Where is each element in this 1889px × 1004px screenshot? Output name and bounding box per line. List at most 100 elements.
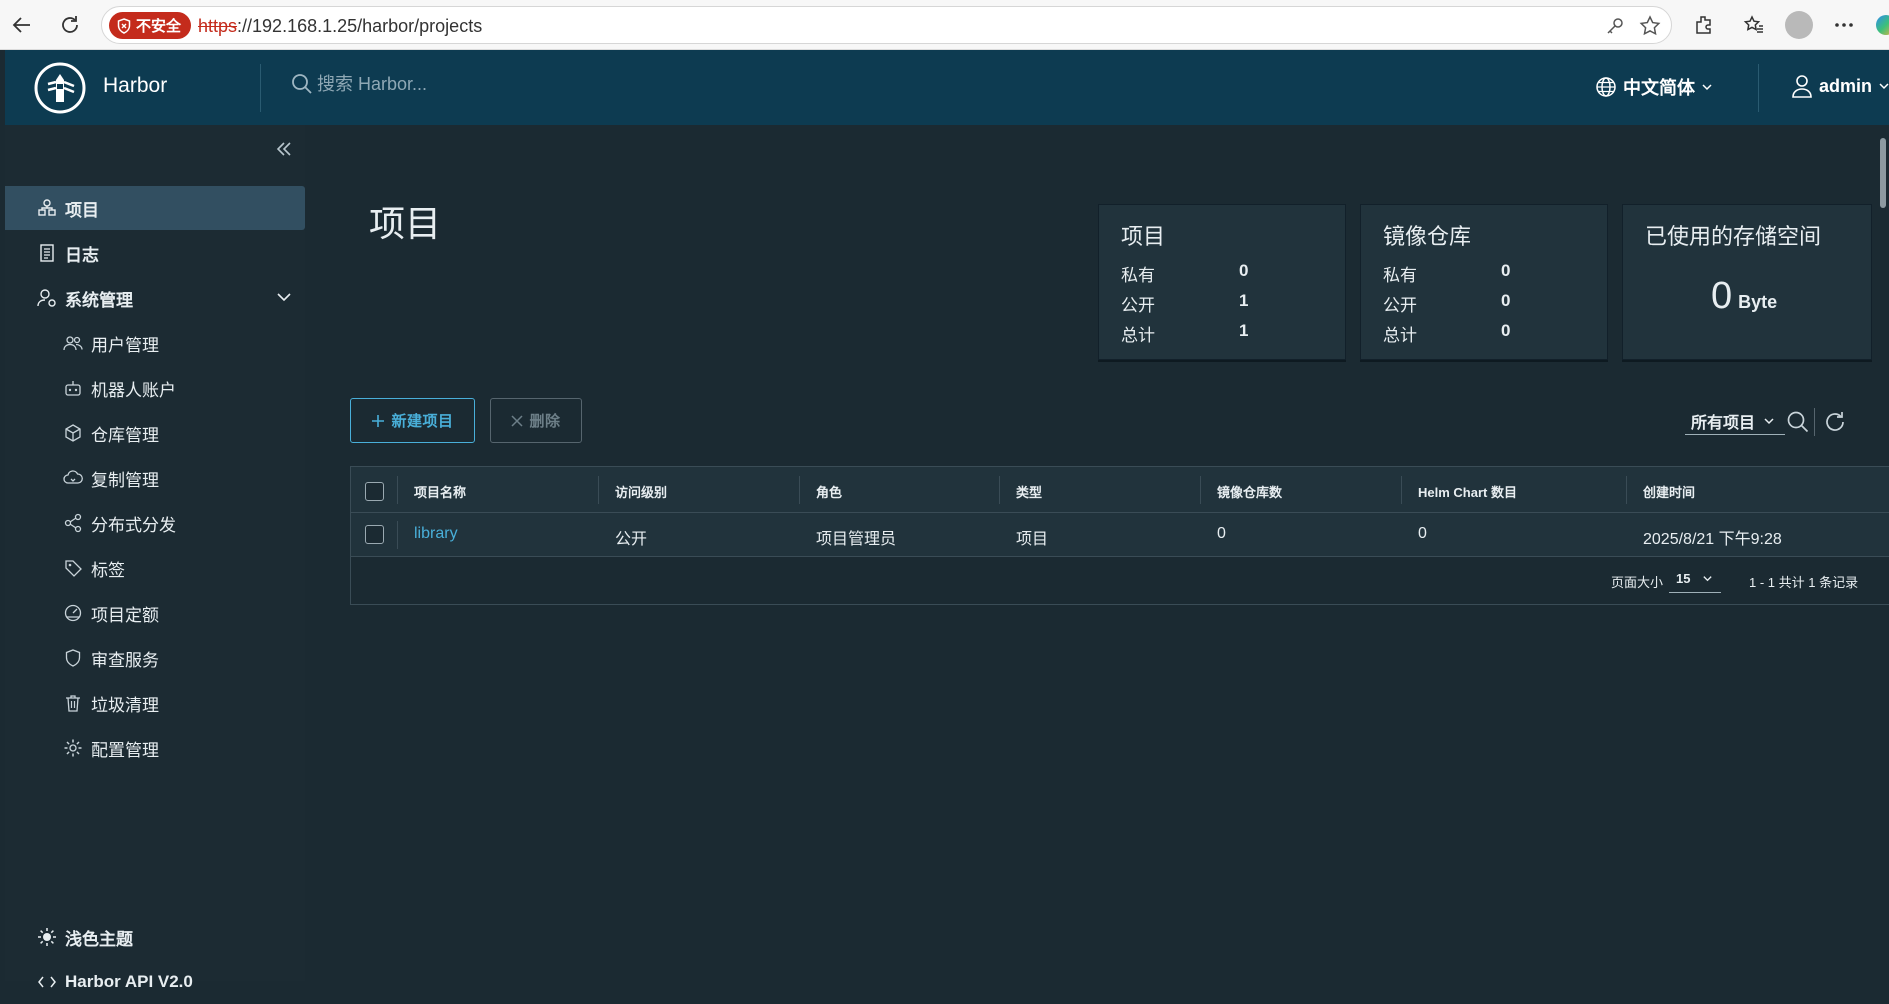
- sidebar-item-projects[interactable]: 项目: [5, 186, 305, 230]
- pagination-info: 1 - 1 共计 1 条记录: [1749, 575, 1859, 590]
- harbor-logo-icon[interactable]: [34, 62, 86, 114]
- search-input[interactable]: [317, 73, 577, 95]
- collapse-sidebar-icon[interactable]: [272, 137, 296, 161]
- close-icon: [511, 414, 524, 427]
- sidebar-item-gc[interactable]: 垃圾清理: [5, 681, 305, 725]
- new-project-button[interactable]: 新建项目: [350, 398, 475, 443]
- api-label: Harbor API V2.0: [65, 972, 193, 991]
- refresh-icon[interactable]: [1823, 410, 1847, 434]
- global-search[interactable]: [291, 73, 577, 95]
- robot-icon: [63, 378, 83, 398]
- table-footer: 页面大小 15 1 - 1 共计 1 条记录: [351, 557, 1889, 605]
- theme-toggle[interactable]: 浅色主题: [5, 915, 305, 959]
- plus-icon: [372, 414, 385, 427]
- app-header: Harbor 中文简体 admin: [5, 50, 1889, 125]
- chevron-down-icon[interactable]: [275, 288, 293, 306]
- column-header[interactable]: 角色: [816, 482, 842, 501]
- language-label: 中文简体: [1623, 78, 1695, 98]
- chevron-down-icon: [1703, 576, 1713, 582]
- profile-avatar[interactable]: [1785, 11, 1813, 39]
- repos-summary-card: 镜像仓库 私有 0 公开 0 总计 0: [1360, 204, 1608, 360]
- distribution-icon: [63, 513, 83, 533]
- chart-count: 0: [1418, 525, 1427, 542]
- select-all-checkbox[interactable]: [365, 482, 384, 501]
- sidebar-item-config[interactable]: 配置管理: [5, 726, 305, 770]
- sidebar-item-label: 项目定额: [91, 605, 159, 625]
- sidebar-item-logs[interactable]: 日志: [5, 231, 305, 275]
- search-icon[interactable]: [1786, 410, 1810, 434]
- search-icon: [292, 74, 312, 94]
- sidebar-item-admin[interactable]: 系统管理: [5, 276, 305, 320]
- repo-count: 0: [1217, 525, 1226, 542]
- row-checkbox[interactable]: [365, 525, 384, 544]
- user-menu[interactable]: admin: [1791, 74, 1889, 98]
- access-level: 公开: [615, 531, 648, 548]
- column-header[interactable]: 创建时间: [1643, 482, 1695, 501]
- column-header[interactable]: 访问级别: [615, 482, 667, 501]
- sun-icon: [37, 927, 57, 947]
- key-icon[interactable]: [1604, 15, 1626, 37]
- brand-name[interactable]: Harbor: [103, 74, 167, 98]
- sidebar-item-label: 系统管理: [65, 290, 133, 310]
- language-selector[interactable]: 中文简体: [1595, 74, 1713, 100]
- page-size-label: 页面大小: [1611, 575, 1664, 590]
- back-icon[interactable]: [8, 11, 36, 39]
- more-icon[interactable]: [1830, 11, 1858, 39]
- users-icon: [63, 333, 83, 353]
- copilot-icon[interactable]: [1872, 11, 1889, 39]
- quota-icon: [63, 603, 83, 623]
- projects-table: 项目名称 访问级别 角色 类型 镜像仓库数 Helm Chart 数目 创建时间…: [350, 466, 1889, 605]
- sidebar-item-registries[interactable]: 仓库管理: [5, 411, 305, 455]
- page-size-select[interactable]: 15: [1669, 565, 1721, 593]
- sidebar-item-label: 用户管理: [91, 335, 159, 355]
- sidebar-item-label: 分布式分发: [91, 515, 176, 535]
- projects-icon: [37, 198, 57, 218]
- sidebar-item-quotas[interactable]: 项目定额: [5, 591, 305, 635]
- user-name: admin: [1819, 75, 1873, 96]
- project-name-link[interactable]: library: [414, 525, 458, 543]
- creation-time: 2025/8/21 下午9:28: [1643, 531, 1782, 548]
- delete-button[interactable]: 删除: [490, 398, 582, 443]
- insecure-label: 不安全: [136, 18, 182, 35]
- address-bar[interactable]: 不安全 https://192.168.1.25/harbor/projects: [101, 6, 1672, 44]
- url-text[interactable]: https://192.168.1.25/harbor/projects: [198, 16, 482, 37]
- scrollbar[interactable]: [1880, 138, 1886, 208]
- sidebar: 项目 日志 系统管理 用户管理 机器人账户 仓库管理 复制管理 分布式分发 标签…: [5, 125, 305, 991]
- sidebar-item-users[interactable]: 用户管理: [5, 321, 305, 365]
- chevron-down-icon: [1764, 417, 1774, 424]
- storage-value: 0 Byte: [1711, 275, 1778, 317]
- sidebar-item-scanners[interactable]: 审查服务: [5, 636, 305, 680]
- sidebar-item-label: 项目: [65, 200, 99, 220]
- column-header[interactable]: 类型: [1016, 482, 1042, 501]
- sidebar-item-replication[interactable]: 复制管理: [5, 456, 305, 500]
- replication-icon: [63, 468, 83, 488]
- page-title: 项目: [369, 203, 442, 244]
- api-explorer-link[interactable]: Harbor API V2.0: [5, 960, 305, 1004]
- sidebar-item-label: 仓库管理: [91, 425, 159, 445]
- column-header[interactable]: 项目名称: [414, 482, 466, 501]
- warning-shield-icon: [117, 17, 131, 34]
- sidebar-item-labels[interactable]: 标签: [5, 546, 305, 590]
- column-header[interactable]: 镜像仓库数: [1217, 482, 1282, 501]
- chevron-down-icon: [1879, 83, 1889, 90]
- shield-icon: [63, 648, 83, 668]
- insecure-badge[interactable]: 不安全: [109, 12, 192, 39]
- table-row: library 公开 项目管理员 项目 0 0 2025/8/21 下午9:28: [351, 513, 1889, 557]
- projects-summary-card: 项目 私有 0 公开 1 总计 1: [1098, 204, 1346, 360]
- project-filter-select[interactable]: 所有项目: [1685, 407, 1785, 435]
- sidebar-item-distribution[interactable]: 分布式分发: [5, 501, 305, 545]
- favorite-star-icon[interactable]: [1639, 15, 1661, 37]
- favorites-icon[interactable]: [1740, 11, 1768, 39]
- column-header[interactable]: Helm Chart 数目: [1418, 482, 1517, 501]
- sidebar-item-robots[interactable]: 机器人账户: [5, 366, 305, 410]
- extensions-icon[interactable]: [1690, 11, 1718, 39]
- reload-icon[interactable]: [56, 11, 84, 39]
- sidebar-item-label: 垃圾清理: [91, 695, 159, 715]
- type: 项目: [1016, 531, 1049, 548]
- logs-icon: [37, 243, 57, 263]
- sidebar-item-label: 机器人账户: [91, 380, 176, 400]
- tag-icon: [63, 558, 83, 578]
- user-icon: [1792, 75, 1812, 98]
- globe-icon: [1596, 77, 1616, 97]
- header-divider: [1758, 64, 1759, 112]
